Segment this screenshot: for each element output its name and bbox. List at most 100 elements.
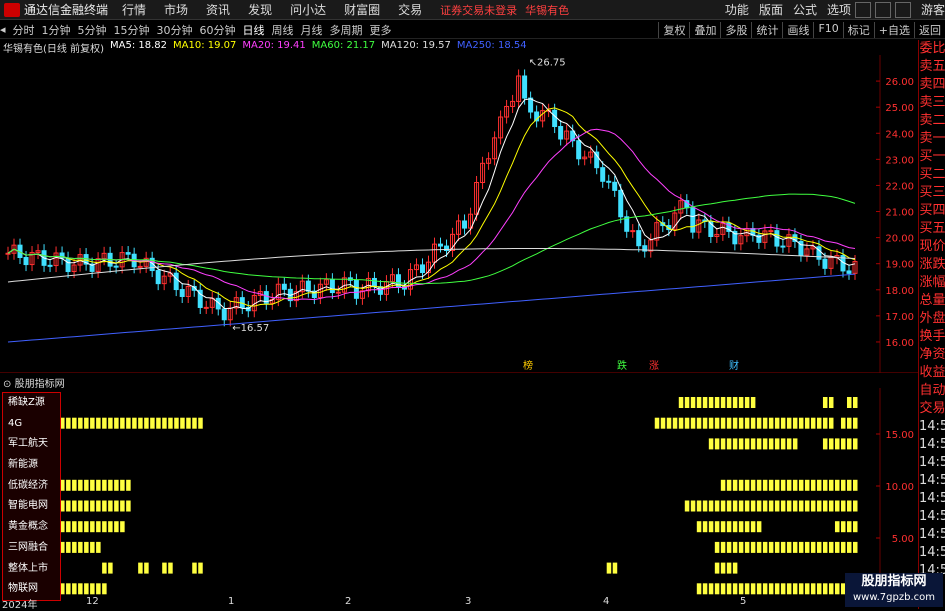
side-panel-item-18[interactable]: 收益 xyxy=(919,364,945,382)
signal-bar xyxy=(792,438,798,450)
indicator-label-5[interactable]: 智能电网 xyxy=(3,496,60,517)
period-daily[interactable]: 日线 xyxy=(243,22,265,38)
login-warning[interactable]: 证券交易未登录 xyxy=(440,2,517,18)
menu-news[interactable]: 资讯 xyxy=(206,1,230,18)
candle-body xyxy=(221,308,227,321)
indicator-label-7[interactable]: 三网融合 xyxy=(3,538,60,559)
side-panel-item-8[interactable]: 买三 xyxy=(919,184,945,202)
indicator-label-4[interactable]: 低碳经济 xyxy=(3,476,60,497)
side-panel-item-11[interactable]: 现价 xyxy=(919,238,945,256)
chevron-left-icon[interactable]: ◂ xyxy=(0,23,6,36)
guest-label[interactable]: 游客 xyxy=(921,1,945,18)
signal-bar xyxy=(720,438,726,450)
maximize-icon[interactable] xyxy=(874,1,891,18)
period-multi[interactable]: 多周期 xyxy=(330,22,363,38)
indicator-label-8[interactable]: 整体上市 xyxy=(3,559,60,580)
side-panel-item-28[interactable]: 14:56 xyxy=(919,544,945,562)
candle-body xyxy=(822,258,828,269)
signal-bar xyxy=(708,583,714,595)
signal-bar xyxy=(732,541,738,553)
signal-bar xyxy=(732,562,738,574)
side-panel-item-21[interactable]: 14:56 xyxy=(919,418,945,436)
candle-body xyxy=(371,277,377,288)
menu-market[interactable]: 市场 xyxy=(164,1,188,18)
side-panel-item-12[interactable]: 涨跌 xyxy=(919,256,945,274)
signal-bar xyxy=(96,479,101,491)
period-5min[interactable]: 5分钟 xyxy=(78,22,107,38)
side-panel-item-5[interactable]: 卖一 xyxy=(919,130,945,148)
side-panel-item-23[interactable]: 14:56 xyxy=(919,454,945,472)
side-panel-item-4[interactable]: 卖二 xyxy=(919,112,945,130)
side-panel-item-17[interactable]: 净资 xyxy=(919,346,945,364)
period-30min[interactable]: 30分钟 xyxy=(157,22,193,38)
signal-bar xyxy=(78,541,83,553)
indicator-label-1[interactable]: 4G xyxy=(3,414,60,435)
indicator-chart[interactable]: 15.00 10.00 5.00 xyxy=(0,388,918,596)
period-60min[interactable]: 60分钟 xyxy=(200,22,236,38)
btn-adjust[interactable]: 复权 xyxy=(658,21,689,38)
menu-layout[interactable]: 版面 xyxy=(759,1,783,18)
close-icon[interactable] xyxy=(894,1,911,18)
signal-bar xyxy=(738,500,744,512)
btn-stats[interactable]: 统计 xyxy=(751,21,782,38)
side-panel-item-16[interactable]: 换手 xyxy=(919,328,945,346)
btn-overlay[interactable]: 叠加 xyxy=(689,21,720,38)
indicator-label-2[interactable]: 军工航天 xyxy=(3,434,60,455)
indicator-label-6[interactable]: 黄金概念 xyxy=(3,517,60,538)
indicator-label-3[interactable]: 新能源 xyxy=(3,455,60,476)
period-intraday[interactable]: 分时 xyxy=(13,22,35,38)
menu-discover[interactable]: 发现 xyxy=(248,1,272,18)
side-panel-item-13[interactable]: 涨幅 xyxy=(919,274,945,292)
side-panel-item-15[interactable]: 外盘 xyxy=(919,310,945,328)
signal-bar xyxy=(696,417,702,429)
period-15min[interactable]: 15分钟 xyxy=(114,22,150,38)
indicator-label-0[interactable]: 稀缺Z源 xyxy=(3,393,60,414)
signal-bar xyxy=(744,583,750,595)
btn-mark[interactable]: 标记 xyxy=(842,21,874,38)
side-panel-item-3[interactable]: 卖三 xyxy=(919,94,945,112)
menu-quotes[interactable]: 行情 xyxy=(122,1,146,18)
side-panel-item-25[interactable]: 14:56 xyxy=(919,490,945,508)
candle-body xyxy=(690,207,696,233)
btn-draw[interactable]: 画线 xyxy=(782,21,813,38)
side-panel-item-10[interactable]: 买五 xyxy=(919,220,945,238)
period-weekly[interactable]: 周线 xyxy=(272,22,294,38)
side-panel-item-1[interactable]: 卖五 xyxy=(919,58,945,76)
side-panel-item-6[interactable]: 买一 xyxy=(919,148,945,166)
signal-bar xyxy=(66,541,71,553)
menu-wealth[interactable]: 财富圈 xyxy=(344,1,380,18)
signal-bar xyxy=(708,500,714,512)
menu-formula[interactable]: 公式 xyxy=(793,1,817,18)
side-panel-item-22[interactable]: 14:56 xyxy=(919,436,945,454)
side-panel-item-24[interactable]: 14:56 xyxy=(919,472,945,490)
signal-bar xyxy=(666,417,672,429)
side-panel-item-2[interactable]: 卖四 xyxy=(919,76,945,94)
menu-function[interactable]: 功能 xyxy=(725,1,749,18)
side-panel-item-20[interactable]: 交易 xyxy=(919,400,945,418)
side-panel-item-26[interactable]: 14:56 xyxy=(919,508,945,526)
btn-f10[interactable]: F10 xyxy=(813,21,842,38)
menu-ask[interactable]: 问小达 xyxy=(290,1,326,18)
menu-options[interactable]: 选项 xyxy=(827,1,851,18)
minimize-icon[interactable] xyxy=(854,1,871,18)
side-panel-item-7[interactable]: 买二 xyxy=(919,166,945,184)
period-more[interactable]: 更多 xyxy=(370,22,392,38)
btn-back[interactable]: 返回 xyxy=(914,21,945,38)
btn-add-watch[interactable]: +自选 xyxy=(873,21,914,38)
signal-bar xyxy=(846,438,852,450)
candlestick-chart[interactable]: 26.00 25.00 24.00 23.00 22.00 21.00 20.00 19.00… xyxy=(0,55,918,373)
signal-bar xyxy=(96,521,101,533)
side-panel-item-27[interactable]: 14:56 xyxy=(919,526,945,544)
side-panel-item-0[interactable]: 委比 xyxy=(919,40,945,58)
signal-bar xyxy=(750,500,756,512)
side-panel-item-19[interactable]: 自动 xyxy=(919,382,945,400)
period-monthly[interactable]: 月线 xyxy=(301,22,323,38)
signal-bar xyxy=(744,500,750,512)
side-panel-item-9[interactable]: 买四 xyxy=(919,202,945,220)
side-panel-item-14[interactable]: 总量 xyxy=(919,292,945,310)
btn-multi-stock[interactable]: 多股 xyxy=(720,21,751,38)
ma-item-2: MA20: 19.41 xyxy=(242,40,306,51)
signal-bar xyxy=(762,541,768,553)
menu-trade[interactable]: 交易 xyxy=(398,1,422,18)
period-1min[interactable]: 1分钟 xyxy=(42,22,71,38)
